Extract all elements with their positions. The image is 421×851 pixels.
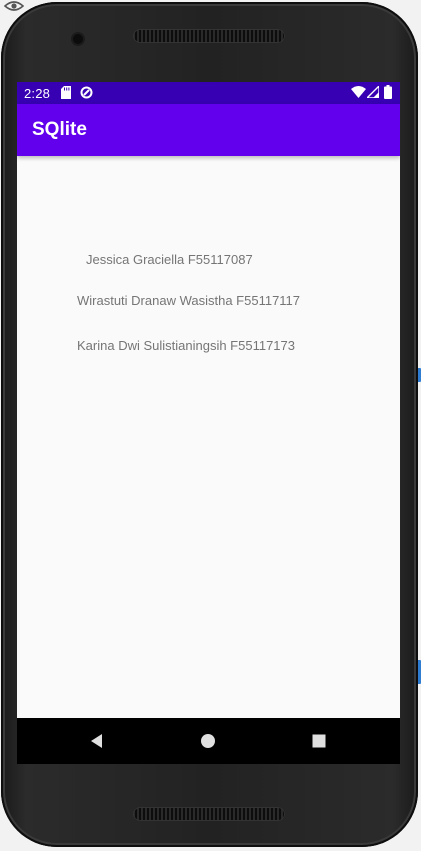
list-item: Karina Dwi Sulistianingsih F55117173 — [77, 338, 295, 353]
app-bar: SQlite — [17, 104, 400, 156]
bottom-speaker — [133, 807, 285, 821]
wifi-icon — [351, 86, 366, 98]
recents-icon[interactable] — [309, 731, 329, 751]
phone-screen: 2:28 SQlite Jessica Graciella F55117087 … — [17, 82, 400, 764]
content-area: Jessica Graciella F55117087 Wirastuti Dr… — [17, 156, 400, 718]
front-camera — [73, 34, 83, 44]
top-speaker — [133, 29, 285, 43]
navigation-bar — [17, 718, 400, 764]
list-item: Jessica Graciella F55117087 — [86, 252, 253, 267]
signal-icon — [367, 86, 379, 98]
status-bar: 2:28 — [17, 82, 400, 104]
back-icon[interactable] — [87, 731, 107, 751]
data-saver-icon — [80, 86, 93, 99]
sd-card-icon — [61, 86, 71, 99]
app-title: SQlite — [32, 119, 87, 140]
eye-icon — [4, 1, 24, 11]
status-time: 2:28 — [24, 86, 51, 101]
list-item: Wirastuti Dranaw Wasistha F55117117 — [77, 293, 301, 308]
battery-icon — [384, 85, 392, 99]
emulator-viewport: 2:28 SQlite Jessica Graciella F55117087 … — [0, 0, 421, 851]
home-icon[interactable] — [198, 731, 218, 751]
